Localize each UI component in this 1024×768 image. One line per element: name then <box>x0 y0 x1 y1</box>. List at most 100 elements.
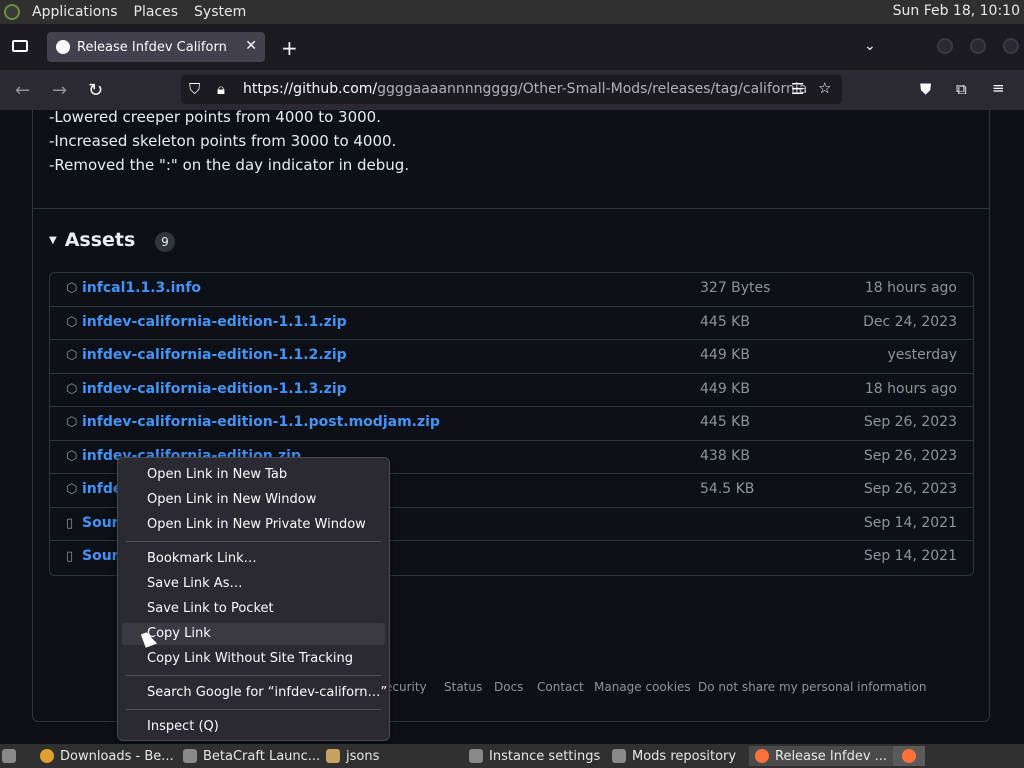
package-icon: ⬡ <box>66 415 78 430</box>
asset-date: yesterday <box>887 347 957 363</box>
applications-menu[interactable]: Applications <box>28 4 122 20</box>
footer-link-status[interactable]: Status <box>444 680 482 694</box>
bookmark-star-icon[interactable]: ☆ <box>818 79 831 97</box>
reload-icon[interactable]: ↻ <box>88 80 103 101</box>
asset-date: Dec 24, 2023 <box>863 314 957 330</box>
back-arrow-icon[interactable]: ← <box>15 80 30 101</box>
taskbar-item-betacraft[interactable]: BetaCraft Launc... <box>183 746 320 766</box>
firefox-view-icon[interactable] <box>12 40 28 52</box>
package-icon: ⬡ <box>66 382 78 397</box>
places-menu[interactable]: Places <box>130 4 183 20</box>
desktop-icon <box>2 749 16 763</box>
taskbar-item-instance-settings[interactable]: Instance settings <box>469 746 600 766</box>
menu-item-save-link-as[interactable]: Save Link As… <box>147 576 242 591</box>
folder-icon <box>326 749 340 763</box>
firefox-icon <box>902 749 916 763</box>
reader-view-icon[interactable]: ☰ <box>791 80 804 98</box>
menu-item-save-to-pocket[interactable]: Save Link to Pocket <box>147 601 274 616</box>
asset-link[interactable]: infdev-california-edition-1.1.3.zip <box>82 381 347 397</box>
taskbar-item-mods-repository[interactable]: Mods repository <box>612 746 736 766</box>
menu-separator <box>126 675 381 676</box>
assets-toggle[interactable]: ▼ Assets <box>49 229 135 251</box>
extensions-icon[interactable]: ⧉ <box>956 80 967 98</box>
asset-link[interactable]: infcal1.1.3.info <box>82 280 201 296</box>
asset-size: 445 KB <box>700 414 750 430</box>
tab-release[interactable]: Release Infdev California Ed ✕ <box>47 32 265 62</box>
footer-link-docs[interactable]: Docs <box>494 680 523 694</box>
release-notes: -Lowered creeper points from 4000 to 300… <box>49 110 409 177</box>
package-icon: ⬡ <box>66 281 78 296</box>
minimize-window-button[interactable] <box>937 38 953 54</box>
asset-date: 18 hours ago <box>864 381 957 397</box>
menu-item-search-google[interactable]: Search Google for “infdev-californ…” <box>147 685 387 700</box>
taskbar-item-downloads[interactable]: Downloads - Be... <box>40 746 174 766</box>
app-menu-icon[interactable]: ≡ <box>992 79 1005 97</box>
asset-row: ⬡ infdev-california-edition-1.1.1.zip 44… <box>50 306 973 340</box>
maximize-window-button[interactable] <box>970 38 986 54</box>
show-desktop-icon[interactable] <box>2 746 16 766</box>
asset-date: Sep 26, 2023 <box>863 481 957 497</box>
taskbar-label: Release Infdev ... <box>775 748 888 764</box>
package-icon: ⬡ <box>66 449 78 464</box>
close-window-button[interactable] <box>1003 38 1019 54</box>
zip-icon: ▯ <box>66 549 74 564</box>
asset-date: Sep 14, 2021 <box>863 548 957 564</box>
asset-size: 327 Bytes <box>700 280 771 296</box>
menu-item-copy-link-no-tracking[interactable]: Copy Link Without Site Tracking <box>147 651 353 666</box>
menu-item-open-private-window[interactable]: Open Link in New Private Window <box>147 517 366 532</box>
footer-link-security[interactable]: ecurity <box>385 680 427 694</box>
asset-date: 18 hours ago <box>864 280 957 296</box>
asset-link[interactable]: infdev-california-edition-1.1.1.zip <box>82 314 347 330</box>
url-host: https://github.com/ <box>243 81 378 97</box>
footer-link-do-not-share[interactable]: Do not share my personal information <box>698 680 926 694</box>
footer-link-contact[interactable]: Contact <box>537 680 584 694</box>
menu-item-copy-link[interactable]: Copy Link <box>147 626 211 641</box>
menu-item-open-new-window[interactable]: Open Link in New Window <box>147 492 316 507</box>
asset-date: Sep 14, 2021 <box>863 515 957 531</box>
package-icon: ⬡ <box>66 482 78 497</box>
asset-link[interactable]: infdev-california-edition-1.1.post.modja… <box>82 414 440 430</box>
taskbar-label: BetaCraft Launc... <box>203 748 321 764</box>
taskbar-item-firefox-release[interactable]: Release Infdev ... <box>749 746 894 766</box>
assets-count-badge: 9 <box>155 232 175 252</box>
asset-row: ⬡ infdev-california-edition-1.1.2.zip 44… <box>50 339 973 373</box>
menu-separator <box>126 541 381 542</box>
package-icon: ⬡ <box>66 348 78 363</box>
tracking-shield-icon[interactable]: ⛉ <box>189 80 200 98</box>
menu-item-inspect[interactable]: Inspect (Q) <box>147 719 219 734</box>
clock[interactable]: Sun Feb 18, 10:10 <box>893 3 1020 19</box>
close-tab-icon[interactable]: ✕ <box>245 38 257 54</box>
assets-heading: Assets <box>64 229 136 251</box>
lock-icon[interactable]: 🔒︎ <box>217 80 225 98</box>
asset-link[interactable]: infdev-california-edition-1.1.2.zip <box>82 347 347 363</box>
asset-date: Sep 26, 2023 <box>863 448 957 464</box>
gnome-foot-icon[interactable] <box>4 4 20 20</box>
asset-row: ⬡ infdev-california-edition-1.1.post.mod… <box>50 406 973 440</box>
taskbar-firefox-launcher[interactable] <box>893 746 925 766</box>
asset-row: ⬡ infdev-california-edition-1.1.3.zip 44… <box>50 373 973 407</box>
divider <box>33 208 990 209</box>
menu-separator <box>126 709 381 710</box>
new-tab-button[interactable]: + <box>281 36 298 60</box>
asset-size: 54.5 KB <box>700 481 755 497</box>
taskbar-label: jsons <box>346 748 380 764</box>
asset-row: ⬡ infcal1.1.3.info 327 Bytes 18 hours ag… <box>50 273 973 306</box>
app-icon <box>183 749 197 763</box>
asset-size: 438 KB <box>700 448 750 464</box>
release-note-line: -Lowered creeper points from 4000 to 300… <box>49 110 381 126</box>
asset-date: Sep 26, 2023 <box>863 414 957 430</box>
taskbar-label: Mods repository <box>632 748 737 764</box>
footer-link-manage-cookies[interactable]: Manage cookies <box>594 680 691 694</box>
menu-item-bookmark-link[interactable]: Bookmark Link… <box>147 551 257 566</box>
forward-arrow-icon[interactable]: → <box>52 80 67 101</box>
list-tabs-chevron-icon[interactable]: ⌄ <box>864 38 876 54</box>
system-menu[interactable]: System <box>190 4 250 20</box>
menu-item-open-new-tab[interactable]: Open Link in New Tab <box>147 467 287 482</box>
url-text[interactable]: https://github.com/ggggaaaannnngggg/Othe… <box>243 81 807 97</box>
chrome-icon <box>40 749 54 763</box>
github-favicon-icon <box>56 40 70 54</box>
release-note-line: -Removed the ":" on the day indicator in… <box>49 156 410 174</box>
pocket-icon[interactable]: ⛊ <box>920 80 931 98</box>
asset-size: 449 KB <box>700 381 750 397</box>
taskbar-item-jsons[interactable]: jsons <box>326 746 379 766</box>
